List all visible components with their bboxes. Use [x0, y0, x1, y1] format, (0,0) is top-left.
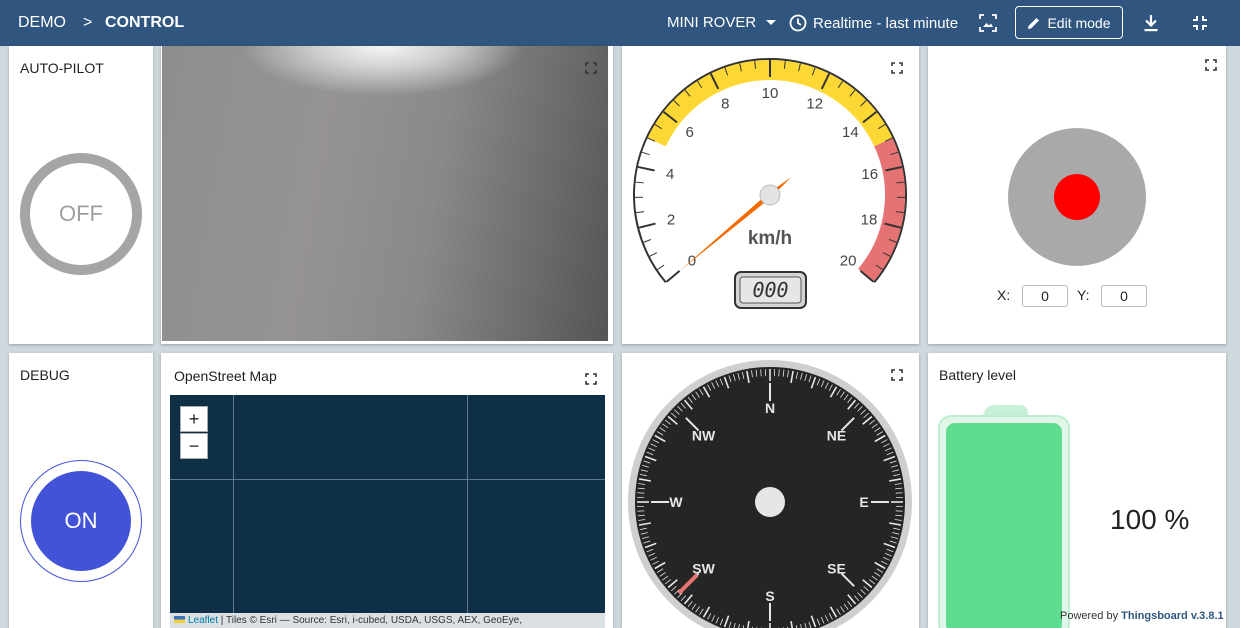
x-value-field: 0: [1022, 285, 1068, 307]
compass-label: W: [669, 494, 683, 510]
speed-tick-label: 2: [667, 212, 675, 229]
speed-tick: [641, 151, 650, 156]
camera-feed: [162, 46, 608, 341]
autopilot-title: AUTO-PILOT: [20, 60, 104, 76]
compass-gauge: NNEESESSWWNW: [628, 360, 912, 628]
image-export-button[interactable]: [976, 11, 1000, 35]
battery-cap: [983, 405, 1028, 415]
fullscreen-icon[interactable]: [1205, 59, 1217, 71]
attribution-text: | Tiles © Esri — Source: Esri, i-cubed, …: [218, 615, 522, 626]
exit-fullscreen-icon: [1193, 16, 1207, 30]
compass-hub: [755, 487, 785, 517]
map-view[interactable]: [170, 395, 605, 628]
x-label: X:: [997, 287, 1011, 303]
fullscreen-icon[interactable]: [585, 373, 597, 385]
breadcrumb-control: CONTROL: [105, 14, 185, 31]
debug-toggle[interactable]: ON: [31, 471, 131, 571]
debug-state: ON: [64, 508, 98, 533]
map-attribution: Leaflet | Tiles © Esri — Source: Esri, i…: [170, 613, 605, 628]
speed-tick-label: 14: [842, 124, 859, 141]
speed-tick-label: 20: [840, 253, 857, 270]
speed-tick: [665, 270, 681, 283]
speed-needle: [679, 177, 792, 271]
breadcrumb-demo[interactable]: DEMO: [18, 14, 66, 32]
speed-tick-label: 10: [762, 85, 779, 102]
speed-tick-label: 16: [861, 166, 878, 183]
flag-icon: [174, 616, 185, 623]
map-tile-border: [467, 395, 468, 628]
speed-tick: [635, 181, 644, 184]
speed-tick: [657, 264, 665, 270]
speed-tick-label: 18: [861, 212, 878, 229]
compass-label: NE: [827, 428, 846, 444]
map-tile-border: [170, 479, 605, 480]
speed-highlight-band: [857, 137, 905, 282]
speed-tick: [636, 211, 645, 214]
zoom-in-button[interactable]: +: [180, 406, 208, 432]
device-selector[interactable]: MINI ROVER: [667, 14, 777, 31]
image-frame-icon: [979, 14, 997, 32]
compass-label: S: [765, 588, 774, 604]
leaflet-link[interactable]: Leaflet: [188, 615, 218, 626]
speedometer-gauge: 0 2 4 6 8 10 12 14 16 18 20 km/h 000: [633, 58, 907, 309]
edit-mode-button[interactable]: Edit mode: [1015, 6, 1123, 39]
compass-label: NW: [692, 428, 716, 444]
device-selector-label: MINI ROVER: [667, 14, 757, 31]
fullscreen-icon[interactable]: [891, 62, 903, 74]
speed-tick: [638, 222, 656, 229]
speed-tick-label: 0: [688, 253, 696, 270]
top-toolbar: DEMO > CONTROL MINI ROVER Realtime - las…: [0, 0, 1240, 46]
debug-title: DEBUG: [20, 367, 70, 383]
breadcrumb-separator: >: [83, 14, 93, 31]
battery-gauge: [938, 405, 1070, 628]
autopilot-toggle[interactable]: OFF: [20, 153, 142, 275]
y-label: Y:: [1077, 287, 1090, 303]
compass-label: E: [859, 494, 868, 510]
edit-mode-label: Edit mode: [1047, 14, 1111, 31]
timewindow-selector[interactable]: Realtime - last minute: [789, 14, 958, 32]
fullscreen-icon[interactable]: [585, 62, 597, 74]
speed-tick: [637, 165, 655, 172]
speed-tick-label: 8: [721, 95, 729, 112]
y-value-field: 0: [1101, 285, 1147, 307]
speed-tick-label: 6: [685, 124, 693, 141]
compass-label: SE: [827, 560, 846, 576]
thingsboard-link[interactable]: Thingsboard v.3.8.1: [1121, 610, 1224, 622]
zoom-out-button[interactable]: −: [180, 433, 208, 459]
map-tile-border: [233, 395, 234, 628]
compass-label: N: [765, 400, 775, 416]
autopilot-state: OFF: [59, 201, 103, 226]
speed-needle-hub: [759, 184, 781, 206]
speed-tick-label: 4: [666, 166, 674, 183]
clock-icon: [789, 14, 807, 32]
odometer-value: 000: [752, 278, 788, 302]
speed-unit: km/h: [748, 228, 792, 249]
caret-down-icon: [766, 20, 777, 25]
pencil-icon: [1028, 17, 1040, 29]
exit-fullscreen-button[interactable]: [1188, 11, 1212, 35]
speed-tick: [649, 252, 658, 257]
download-button[interactable]: [1139, 11, 1163, 35]
joystick-knob[interactable]: [1054, 174, 1100, 220]
download-icon: [1144, 15, 1158, 32]
speed-tick: [643, 239, 652, 243]
battery-percent: 100 %: [1110, 504, 1190, 535]
speed-tick-label: 12: [806, 95, 823, 112]
powered-by: Powered by Thingsboard v.3.8.1: [1060, 610, 1224, 622]
timewindow-label: Realtime - last minute: [813, 14, 959, 32]
battery-fill: [946, 423, 1062, 628]
map-title: OpenStreet Map: [174, 368, 277, 384]
powered-by-prefix: Powered by: [1060, 610, 1122, 622]
fullscreen-icon[interactable]: [891, 369, 903, 381]
